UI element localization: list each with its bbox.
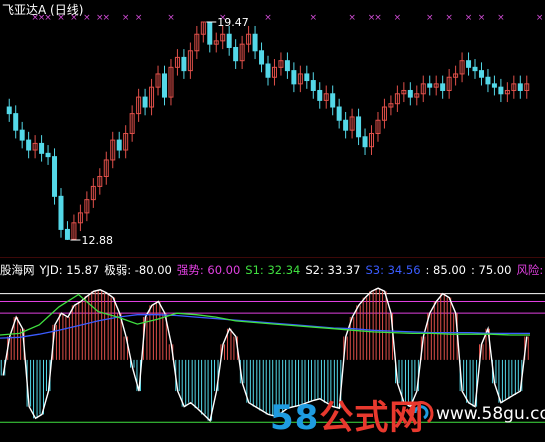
legend-risk: 风险: bbox=[516, 263, 544, 277]
legend-qiangshi: 强势: 60.00 bbox=[176, 263, 241, 277]
legend-s1: S1: 32.34 bbox=[245, 263, 301, 277]
indicator-panel bbox=[0, 287, 545, 423]
yjd-line bbox=[2, 287, 528, 423]
legend-yjd: YJD: 15.87 bbox=[39, 263, 100, 277]
watermark-url: www.58gu.com bbox=[436, 404, 545, 424]
legend-v75: : 75.00 bbox=[470, 263, 512, 277]
legend-name: 股海网 bbox=[0, 263, 35, 277]
watermark: 58公式网 bbox=[270, 390, 424, 439]
watermark-number: 58 bbox=[270, 398, 320, 438]
legend-s2: S2: 33.37 bbox=[305, 263, 361, 277]
legend-s3: S3: 34.56 bbox=[365, 263, 421, 277]
legend-v85: : 85.00 bbox=[425, 263, 466, 277]
chart-canvas: { "title": "飞亚达A (日线)", "price_panel": {… bbox=[0, 0, 545, 442]
indicator-legend: 股海网 YJD: 15.87 极弱: -80.00 强势: 60.00 S1: 32.3… bbox=[0, 262, 545, 277]
watermark-text: 公式网 bbox=[319, 398, 425, 438]
legend-jiruo: 极弱: -80.00 bbox=[104, 263, 172, 277]
